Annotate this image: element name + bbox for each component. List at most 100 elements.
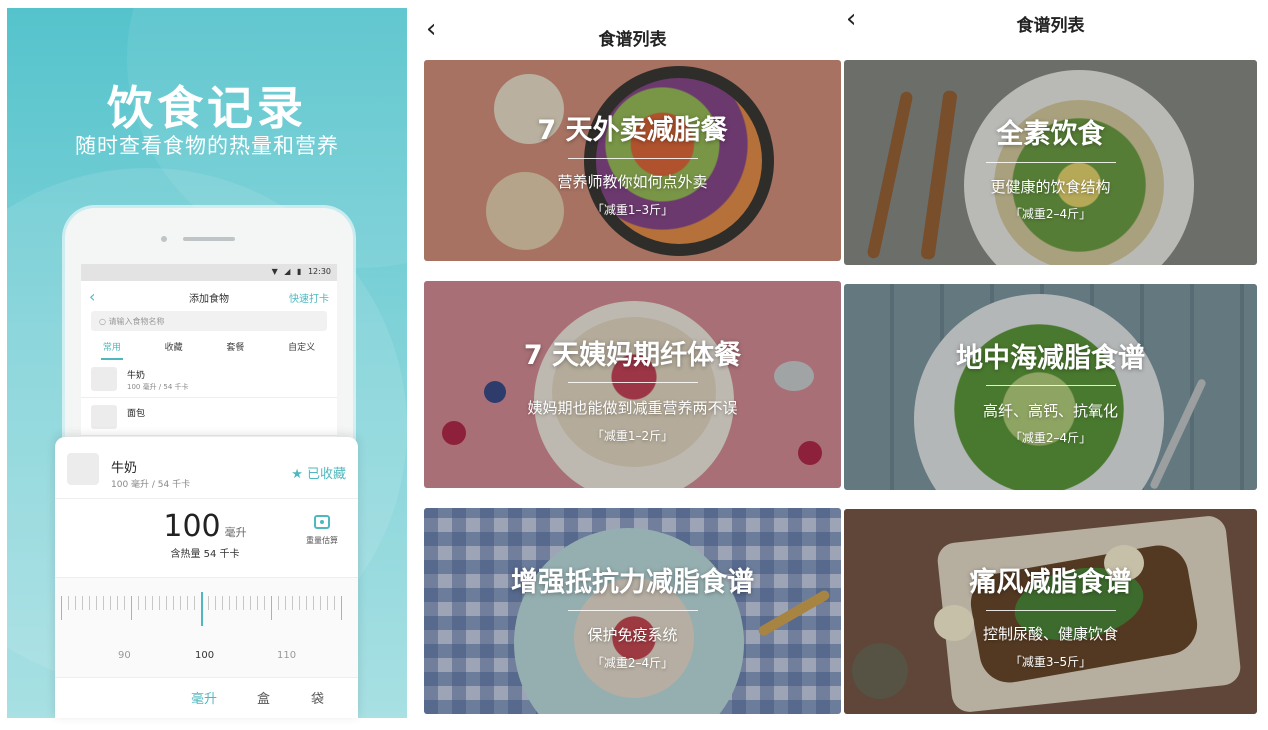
card-subtitle: 保护免疫系统 bbox=[587, 626, 678, 644]
ruler-tick bbox=[187, 596, 188, 610]
unit-bag[interactable]: 袋 bbox=[311, 688, 324, 707]
list-item[interactable]: 面包 bbox=[81, 398, 337, 436]
card-divider bbox=[567, 158, 698, 159]
recipe-card[interactable]: 7 天姨妈期纤体餐 姨妈期也能做到减重营养两不误 「减重1–2斤」 bbox=[424, 281, 841, 488]
quick-checkin-link[interactable]: 快速打卡 bbox=[289, 290, 329, 305]
top-bar: ‹ 食谱列表 bbox=[424, 0, 841, 56]
card-divider bbox=[985, 385, 1116, 386]
ruler-ticks[interactable] bbox=[61, 592, 351, 626]
ruler-tick bbox=[285, 596, 286, 610]
weight-estimate-button[interactable]: 重量估算 bbox=[300, 515, 344, 546]
ruler-tick bbox=[341, 596, 342, 620]
ruler-tick bbox=[215, 596, 216, 610]
ruler-tick bbox=[327, 596, 328, 610]
card-overlay bbox=[424, 281, 841, 488]
ruler-tick bbox=[292, 596, 293, 610]
sheet-header: 牛奶 100 毫升 / 54 千卡 ★ 已收藏 bbox=[55, 437, 358, 499]
card-badge: 「减重2–4斤」 bbox=[1009, 207, 1092, 221]
ruler-tick bbox=[152, 596, 153, 610]
card-badge: 「减重1–3斤」 bbox=[591, 203, 674, 217]
promo-subtitle: 随时查看食物的热量和营养 bbox=[75, 134, 339, 158]
list-item[interactable]: 牛奶 100 毫升 / 54 千卡 bbox=[81, 360, 337, 398]
tab-custom[interactable]: 自定义 bbox=[288, 340, 315, 360]
food-desc: 100 毫升 / 54 千卡 bbox=[127, 383, 189, 391]
ruler-tick bbox=[306, 596, 307, 610]
card-title: 全素饮食 bbox=[996, 119, 1105, 150]
promo-title: 饮食记录 bbox=[107, 81, 307, 135]
card-overlay bbox=[844, 284, 1257, 490]
ruler-tick bbox=[61, 596, 62, 620]
ruler-tick bbox=[222, 596, 223, 610]
ruler-tick bbox=[159, 596, 160, 610]
ruler-label: 110 bbox=[277, 650, 297, 661]
ruler-tick bbox=[68, 596, 69, 610]
recipe-card[interactable]: 痛风减脂食谱 控制尿酸、健康饮食 「减重3–5斤」 bbox=[844, 509, 1257, 714]
food-search-input[interactable]: ○ 请输入食物名称 bbox=[91, 311, 327, 331]
ruler-tick bbox=[131, 596, 132, 620]
ruler-tick bbox=[299, 596, 300, 610]
food-amount-sheet: 牛奶 100 毫升 / 54 千卡 ★ 已收藏 100 毫升 含热量 54 千卡 … bbox=[55, 437, 358, 718]
ruler-tick bbox=[82, 596, 83, 610]
ruler-tick bbox=[89, 596, 90, 610]
phone-speaker bbox=[183, 237, 235, 241]
amount-unit: 毫升 bbox=[224, 526, 247, 539]
food-thumbnail bbox=[67, 453, 99, 485]
ruler-tick bbox=[75, 596, 76, 610]
page-title: 食谱列表 bbox=[1016, 16, 1085, 36]
recipe-card[interactable]: 增强抵抗力减脂食谱 保护免疫系统 「减重2–4斤」 bbox=[424, 508, 841, 714]
ruler-tick bbox=[110, 596, 111, 610]
ruler-tick bbox=[313, 596, 314, 610]
ruler-tick bbox=[320, 596, 321, 610]
ruler-tick bbox=[173, 596, 174, 610]
recipe-list-screen: ‹ 食谱列表 全素饮食 更健康的饮食结构 「减重2–4斤」 地中海减脂食谱 高纤… bbox=[844, 0, 1257, 730]
star-icon: ★ bbox=[291, 467, 303, 482]
ruler-tick bbox=[166, 596, 167, 610]
ruler-label: 100 bbox=[195, 650, 215, 661]
ruler-tick bbox=[264, 596, 265, 610]
tab-combos[interactable]: 套餐 bbox=[226, 340, 244, 360]
unit-ml[interactable]: 毫升 bbox=[191, 688, 217, 707]
page-title: 食谱列表 bbox=[598, 30, 667, 50]
ruler-tick bbox=[138, 596, 139, 610]
card-subtitle: 控制尿酸、健康饮食 bbox=[982, 625, 1118, 643]
card-title: 7 天外卖减脂餐 bbox=[537, 115, 728, 146]
app-navbar: ‹ 添加食物 快速打卡 bbox=[81, 281, 337, 311]
status-bar: ▼ ◢ ▮ 12:30 bbox=[81, 264, 337, 281]
card-overlay bbox=[424, 60, 841, 261]
recipe-card[interactable]: 地中海减脂食谱 高纤、高钙、抗氧化 「减重2–4斤」 bbox=[844, 284, 1257, 490]
signal-icon: ◢ bbox=[284, 267, 291, 276]
ruler-pointer bbox=[201, 592, 203, 626]
card-badge: 「减重1–2斤」 bbox=[591, 429, 674, 443]
card-overlay bbox=[844, 509, 1257, 714]
tab-favorites[interactable]: 收藏 bbox=[165, 340, 183, 360]
recipe-card[interactable]: 7 天外卖减脂餐 营养师教你如何点外卖 「减重1–3斤」 bbox=[424, 60, 841, 261]
calories-text: 含热量 54 千卡 bbox=[170, 549, 240, 560]
tab-common[interactable]: 常用 bbox=[100, 340, 123, 360]
food-name: 牛奶 bbox=[127, 371, 146, 381]
recipe-list-screen: ‹ 食谱列表 7 天外卖减脂餐 营养师教你如何点外卖 「减重1–3斤」 7 天姨… bbox=[424, 0, 841, 730]
ruler-tick bbox=[103, 596, 104, 610]
ruler-tick bbox=[117, 596, 118, 610]
wifi-icon: ▼ bbox=[271, 267, 278, 276]
unit-box[interactable]: 盒 bbox=[257, 688, 270, 707]
card-divider bbox=[985, 610, 1116, 611]
top-bar: ‹ 食谱列表 bbox=[844, 0, 1257, 56]
card-title: 地中海减脂食谱 bbox=[956, 343, 1145, 374]
scale-icon bbox=[314, 515, 330, 529]
ruler-tick bbox=[229, 596, 230, 610]
amount-ruler[interactable]: 90 100 110 bbox=[55, 577, 358, 677]
ruler-tick bbox=[124, 596, 125, 610]
unit-selector: 毫升 盒 袋 bbox=[55, 677, 358, 718]
ruler-label: 90 bbox=[118, 650, 131, 661]
ruler-tick bbox=[194, 596, 195, 610]
favorite-button[interactable]: ★ 已收藏 bbox=[291, 463, 346, 482]
food-thumbnail bbox=[91, 405, 117, 429]
ruler-tick bbox=[236, 596, 237, 610]
ruler-tick bbox=[145, 596, 146, 610]
recipe-card[interactable]: 全素饮食 更健康的饮食结构 「减重2–4斤」 bbox=[844, 60, 1257, 265]
sheet-food-desc: 100 毫升 / 54 千卡 bbox=[111, 480, 191, 490]
sheet-food-name: 牛奶 bbox=[111, 461, 138, 476]
ruler-tick bbox=[180, 596, 181, 610]
ruler-tick bbox=[271, 596, 272, 620]
food-name: 面包 bbox=[127, 409, 146, 419]
